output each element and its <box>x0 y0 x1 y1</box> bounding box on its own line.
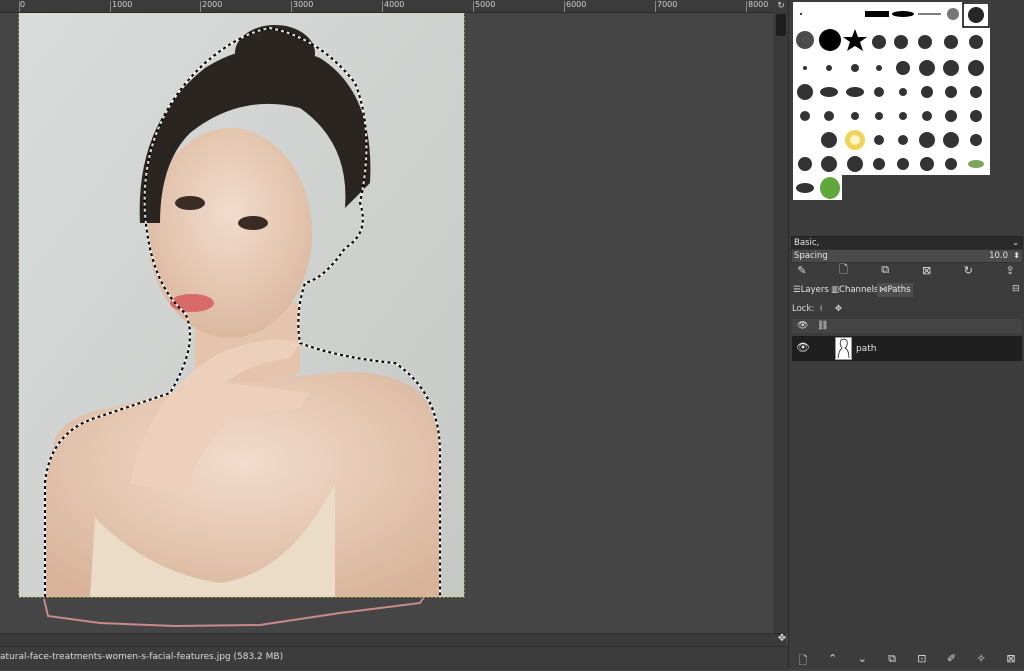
delete-path-icon[interactable]: ⊠ <box>1000 652 1022 666</box>
ruler-label: 7000 <box>657 0 678 9</box>
channels-icon: ▥ <box>831 285 840 295</box>
new-path-icon[interactable]: 🗋 <box>792 652 814 667</box>
image-canvas[interactable] <box>0 13 774 633</box>
edit-brush-icon[interactable]: ✎ <box>792 264 812 277</box>
brush-thumbnails <box>796 2 990 199</box>
chevron-down-icon: ⌄ <box>1012 238 1019 247</box>
tab-channels[interactable]: ▥Channels <box>829 283 880 297</box>
duplicate-brush-icon[interactable]: ⧉ <box>875 263 895 277</box>
brush-preset-label: Basic, <box>794 238 820 248</box>
tab-layers[interactable]: ☰Layers <box>791 283 831 297</box>
brush-grid-empty <box>842 175 990 200</box>
ruler-label: 0 <box>20 0 26 9</box>
horizontal-scrollbar[interactable] <box>0 633 786 646</box>
path-name[interactable]: path <box>856 344 876 354</box>
lower-path-icon[interactable]: ⌄ <box>851 652 873 666</box>
open-brush-icon[interactable]: ⇪ <box>1000 264 1020 277</box>
path-list-header: 👁 ⛓ <box>792 319 1022 333</box>
visibility-header-icon: 👁 <box>797 321 809 331</box>
selection-to-path-icon[interactable]: ✐ <box>941 652 963 666</box>
hair-bun <box>235 25 315 81</box>
ruler-label: 8000 <box>748 0 769 9</box>
spacing-slider[interactable]: Spacing 10.0 ⬍ <box>791 249 1023 263</box>
lock-paint-icon[interactable]: ⍿ <box>820 304 822 314</box>
right-eye <box>238 216 268 230</box>
lips <box>170 294 214 312</box>
visibility-eye-icon[interactable]: 👁 <box>796 341 810 354</box>
ruler-label: 4000 <box>384 0 405 9</box>
lock-position-icon[interactable]: ✥ <box>835 304 842 314</box>
left-eye <box>175 196 205 210</box>
ruler-label: 2000 <box>202 0 223 9</box>
paths-icon: ⋈ <box>879 285 888 295</box>
path-to-selection-icon[interactable]: ⊡ <box>911 652 933 666</box>
ruler-label: 5000 <box>475 0 496 9</box>
ruler-label: 6000 <box>566 0 587 9</box>
tab-menu-icon[interactable]: ⊟ <box>1012 284 1022 296</box>
chain-header-icon: ⛓ <box>817 321 829 331</box>
path-thumbnail <box>835 337 852 360</box>
horizontal-ruler[interactable]: 0 1000 2000 3000 4000 5000 6000 7000 800… <box>0 0 774 13</box>
lock-label: Lock: <box>792 304 815 314</box>
navigate-icon[interactable]: ✥ <box>776 633 788 645</box>
path-stroke[interactable] <box>43 596 425 628</box>
spacing-label: Spacing <box>794 251 828 261</box>
scrollbar-thumb[interactable] <box>776 14 786 36</box>
lock-row: Lock: ⍿ ✥ <box>792 302 1022 316</box>
spacing-value: 10.0 <box>989 251 1008 261</box>
vertical-scrollbar[interactable] <box>774 12 788 633</box>
ruler-label: 3000 <box>293 0 314 9</box>
brush-preset-dropdown[interactable]: Basic, ⌄ <box>791 236 1023 250</box>
path-row[interactable]: 👁 <box>792 336 1022 361</box>
refresh-brushes-icon[interactable]: ↻ <box>958 264 978 277</box>
ruler-label: 1000 <box>112 0 133 9</box>
rotate-icon[interactable]: ↻ <box>774 0 788 12</box>
duplicate-path-icon[interactable]: ⧉ <box>881 652 903 666</box>
status-filename: atural-face-treatments-women-s-facial-fe… <box>0 652 284 662</box>
new-brush-icon[interactable]: 🗋 <box>834 261 854 280</box>
layers-icon: ☰ <box>793 285 801 295</box>
delete-brush-icon[interactable]: ⊠ <box>917 264 937 277</box>
stroke-path-icon[interactable]: ✧ <box>970 652 992 666</box>
image-view <box>18 13 465 628</box>
spinner-icon[interactable]: ⬍ <box>1013 250 1020 262</box>
tab-paths[interactable]: ⋈Paths <box>877 283 913 297</box>
brush-toolbar: ✎ 🗋 ⧉ ⊠ ↻ ⇪ <box>792 263 1020 277</box>
raise-path-icon[interactable]: ⌃ <box>822 652 844 666</box>
paths-toolbar: 🗋 ⌃ ⌄ ⧉ ⊡ ✐ ✧ ⊠ <box>792 652 1022 667</box>
brush-grid[interactable] <box>793 2 990 200</box>
